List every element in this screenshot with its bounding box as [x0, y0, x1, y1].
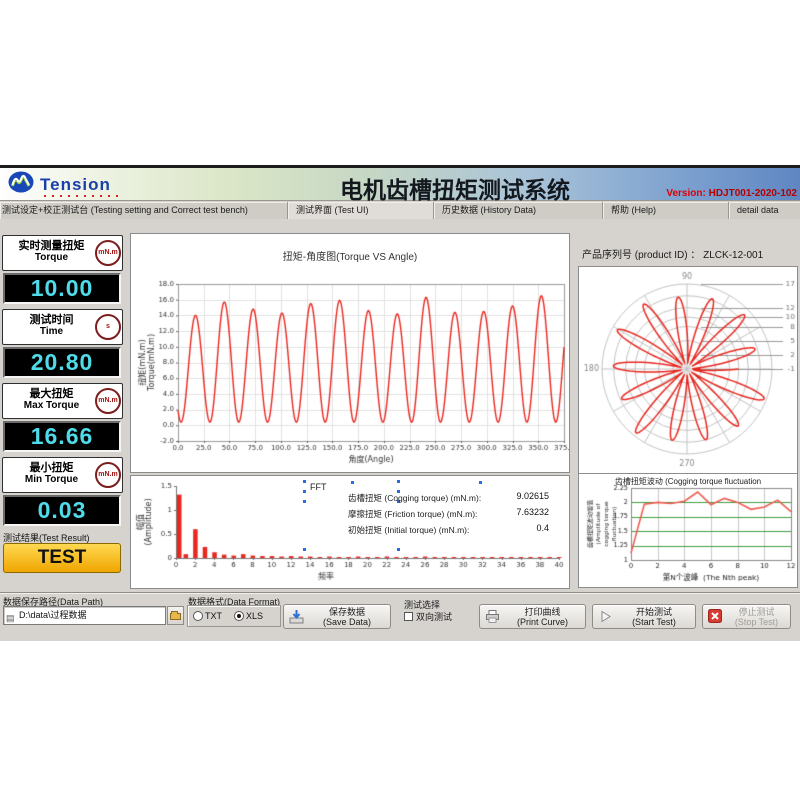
- play-icon: [598, 609, 613, 629]
- app-title: 电机齿槽扭矩测试系统: [240, 171, 670, 205]
- brand-tagline-dots: [44, 195, 122, 197]
- printer-icon: [485, 609, 500, 629]
- checkbox-icon[interactable]: [404, 612, 413, 621]
- tab-bar: 测试设定+校正测试台 (Testing setting and Correct …: [0, 202, 800, 219]
- torque-angle-chart-title: 扭矩-角度图(Torque VS Angle): [131, 248, 569, 263]
- min-torque-value-display: 0.03: [3, 495, 121, 526]
- radio-xls-icon[interactable]: [234, 611, 244, 621]
- fluctuation-panel: 齿槽扭矩波动 (Cogging torque fluctuation: [578, 473, 798, 588]
- app-window: Tension 电机齿槽扭矩测试系统 Version: HDJT001-2020…: [0, 165, 800, 638]
- torque-value-display: 10.00: [3, 273, 121, 304]
- brand-name: Tension: [40, 175, 111, 195]
- data-format-group: TXT XLS: [187, 605, 281, 627]
- folder-icon: [170, 613, 181, 620]
- initial-torque-value: 0.4: [486, 523, 549, 533]
- fft-cursor-dot[interactable]: [397, 548, 400, 551]
- tab-test-setting[interactable]: 测试设定+校正测试台 (Testing setting and Correct …: [0, 202, 288, 219]
- format-option-txt[interactable]: TXT: [193, 611, 222, 621]
- bottom-bar: 数据保存路径(Data Path) ▤ D:\data\过程数据 数据格式(Da…: [0, 592, 800, 641]
- stop-icon: [708, 609, 722, 628]
- save-icon: [289, 609, 304, 629]
- data-path-input[interactable]: ▤ D:\data\过程数据: [3, 606, 166, 625]
- fft-cursor-dot[interactable]: [351, 481, 354, 484]
- tab-test-ui[interactable]: 测试界面 (Test UI): [288, 202, 434, 219]
- fft-panel: FFT 齿槽扭矩 (Cogging torque) (mN.m): 9.0261…: [130, 475, 570, 589]
- stop-test-button[interactable]: 停止测试(Stop Test): [702, 604, 791, 629]
- main-content: 实时测量扭矩 Torque mN.m 10.00 测试时间 Time s 20.…: [0, 219, 800, 592]
- min-torque-unit-badge: mN.m: [95, 462, 121, 488]
- polar-chart: [579, 267, 797, 477]
- path-icon: ▤: [6, 610, 15, 627]
- bidirectional-test-option[interactable]: 双向测试: [404, 610, 452, 623]
- time-meter-label: 测试时间 Time s: [2, 309, 123, 345]
- torque-unit-badge: mN.m: [95, 240, 121, 266]
- print-curve-button[interactable]: 打印曲线(Print Curve): [479, 604, 586, 629]
- min-torque-meter-label: 最小扭矩 Min Torque mN.m: [2, 457, 123, 493]
- cogging-torque-value: 9.02615: [486, 491, 549, 501]
- fft-label: FFT: [310, 482, 327, 492]
- friction-torque-label: 摩擦扭矩 (Friction torque) (mN.m):: [348, 508, 477, 520]
- torque-angle-chart: [131, 234, 569, 472]
- product-id: 产品序列号 (product ID) ： ZLCK-12-001: [582, 246, 763, 261]
- max-torque-value-display: 16.66: [3, 421, 121, 452]
- tab-history-data[interactable]: 历史数据 (History Data): [434, 202, 603, 219]
- max-torque-unit-badge: mN.m: [95, 388, 121, 414]
- save-data-button[interactable]: 保存数据(Save Data): [283, 604, 391, 629]
- fft-cursor-dot[interactable]: [479, 481, 482, 484]
- fluct-chart: [579, 474, 797, 587]
- tab-help[interactable]: 帮助 (Help): [603, 202, 729, 219]
- torque-angle-panel: 扭矩-角度图(Torque VS Angle): [130, 233, 570, 473]
- fft-cursor-dot[interactable]: [303, 548, 306, 551]
- version-text: Version: HDJT001-2020-102: [666, 188, 797, 199]
- tension-logo: Tension: [8, 172, 111, 198]
- test-result-indicator[interactable]: TEST: [3, 543, 121, 573]
- fft-cursor[interactable]: [303, 480, 306, 506]
- cogging-torque-label: 齿槽扭矩 (Cogging torque) (mN.m):: [348, 492, 481, 504]
- max-torque-meter-label: 最大扭矩 Max Torque mN.m: [2, 383, 123, 419]
- fluctuation-chart-title: 齿槽扭矩波动 (Cogging torque fluctuation: [579, 476, 797, 487]
- polar-panel: [578, 266, 798, 478]
- format-option-xls[interactable]: XLS: [234, 611, 263, 621]
- browse-folder-button[interactable]: [167, 606, 184, 625]
- radio-txt-icon[interactable]: [193, 611, 203, 621]
- tension-logo-icon: [8, 171, 35, 199]
- time-value-display: 20.80: [3, 347, 121, 378]
- app-header: Tension 电机齿槽扭矩测试系统 Version: HDJT001-2020…: [0, 168, 800, 201]
- initial-torque-label: 初始扭矩 (Initial torque) (mN.m):: [348, 524, 469, 536]
- start-test-button[interactable]: 开始测试(Start Test): [592, 604, 696, 629]
- tab-detail-data[interactable]: detail data: [729, 202, 800, 219]
- friction-torque-value: 7.63232: [486, 507, 549, 517]
- torque-meter-label: 实时测量扭矩 Torque mN.m: [2, 235, 123, 271]
- time-unit-badge: s: [95, 314, 121, 340]
